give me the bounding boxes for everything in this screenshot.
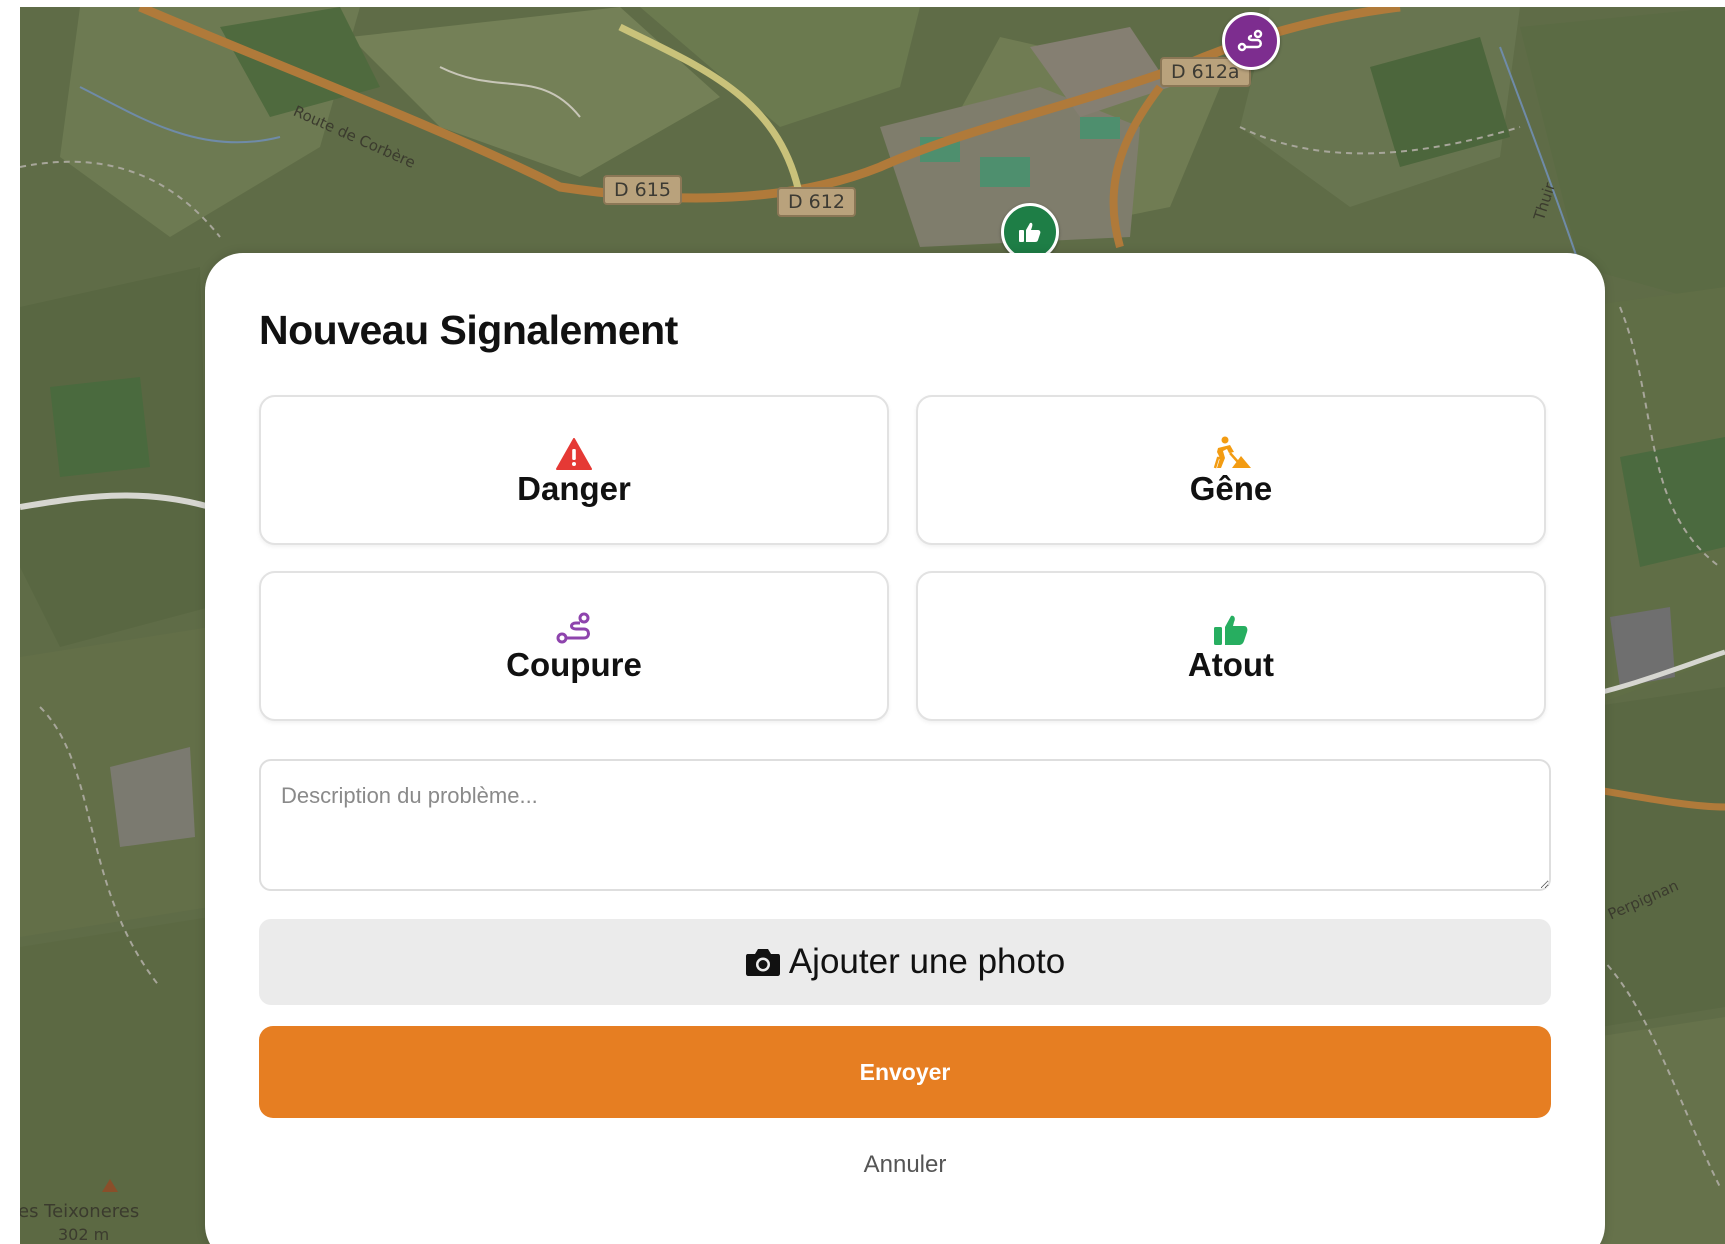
description-field-wrapper bbox=[259, 759, 1551, 891]
type-card-atout[interactable]: Atout bbox=[916, 571, 1546, 721]
peak-elevation: 302 m bbox=[58, 1225, 110, 1244]
route-icon bbox=[1237, 29, 1263, 52]
add-photo-button[interactable]: Ajouter une photo bbox=[259, 919, 1551, 1005]
cancel-label: Annuler bbox=[863, 1151, 947, 1178]
peak-name: es Teixoneres bbox=[20, 1201, 140, 1222]
map-marker-coupure[interactable] bbox=[1222, 12, 1280, 70]
route-icon bbox=[556, 612, 592, 646]
cancel-button[interactable]: Annuler bbox=[205, 1151, 1605, 1179]
camera-icon bbox=[745, 949, 780, 976]
warning-triangle-icon bbox=[556, 436, 592, 470]
thumbs-up-icon bbox=[1213, 612, 1249, 646]
send-button[interactable]: Envoyer bbox=[259, 1026, 1551, 1118]
road-label-d615: D 615 bbox=[603, 175, 682, 205]
type-card-gene[interactable]: Gêne bbox=[916, 395, 1546, 545]
type-card-danger[interactable]: Danger bbox=[259, 395, 889, 545]
roadwork-icon bbox=[1210, 436, 1252, 470]
type-card-label: Gêne bbox=[1189, 470, 1273, 507]
type-card-label: Atout bbox=[1187, 646, 1275, 683]
type-card-label: Danger bbox=[517, 470, 631, 507]
add-photo-label: Ajouter une photo bbox=[788, 942, 1066, 981]
send-label: Envoyer bbox=[859, 1058, 951, 1085]
description-field[interactable] bbox=[259, 759, 1551, 891]
map-view[interactable]: D 615 D 612 D 612a Route de Corbère Thui… bbox=[20, 7, 1725, 1244]
type-card-label: Coupure bbox=[506, 646, 642, 683]
thumbs-up-icon bbox=[1019, 222, 1041, 242]
modal-title: Nouveau Signalement bbox=[259, 307, 678, 353]
road-label-d612: D 612 bbox=[777, 187, 856, 217]
new-report-modal: Nouveau Signalement Danger Gêne Coupure … bbox=[205, 253, 1605, 1244]
type-card-coupure[interactable]: Coupure bbox=[259, 571, 889, 721]
